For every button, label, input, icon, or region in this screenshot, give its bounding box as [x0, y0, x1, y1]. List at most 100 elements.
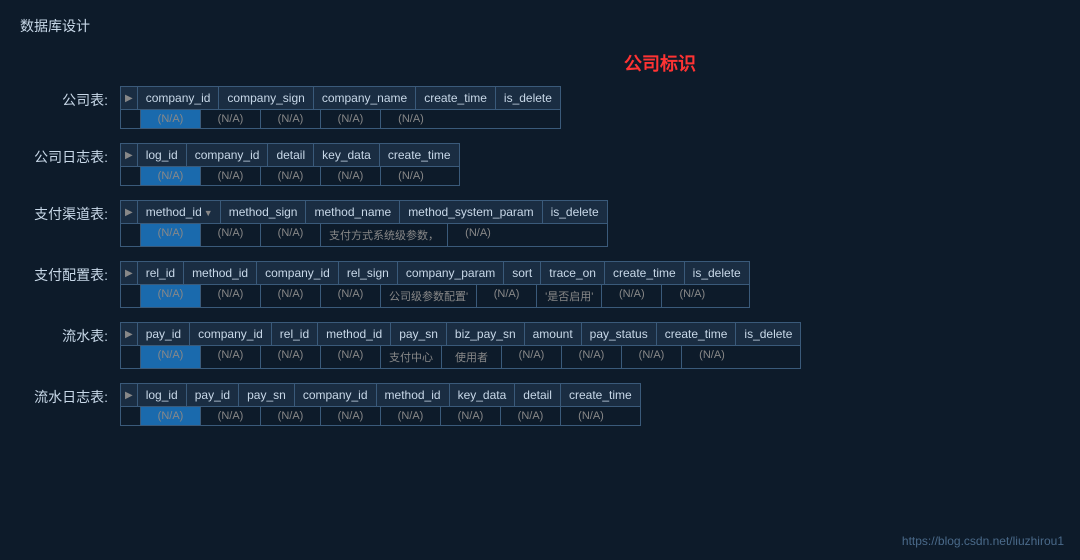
row-spacer: [121, 110, 141, 128]
col-header: create_time: [605, 262, 685, 284]
col-header: key_data: [314, 144, 380, 166]
col-header: trace_on: [541, 262, 605, 284]
row-spacer: [121, 407, 141, 425]
col-cell: (N/A): [321, 407, 381, 425]
col-cell: (N/A): [201, 167, 261, 185]
col-header: is_delete: [496, 87, 560, 109]
col-cell: (N/A): [201, 285, 261, 307]
col-cell: (N/A): [321, 346, 381, 368]
section-label: 流水表:: [20, 322, 120, 346]
col-header: company_id: [295, 384, 377, 406]
col-cell: (N/A): [261, 224, 321, 246]
col-header: company_id: [257, 262, 339, 284]
col-cell: (N/A): [141, 224, 201, 246]
db-table: ▶log_idpay_idpay_sncompany_idmethod_idke…: [120, 383, 641, 426]
col-cell: (N/A): [141, 346, 201, 368]
col-header: company_id: [187, 144, 269, 166]
table-section: 支付渠道表:▶method_id▼method_signmethod_namem…: [20, 200, 1060, 247]
col-header: detail: [268, 144, 314, 166]
col-header: log_id: [138, 384, 187, 406]
section-label: 公司表:: [20, 86, 120, 110]
db-table: ▶company_idcompany_signcompany_namecreat…: [120, 86, 561, 129]
page-title: 数据库设计: [20, 16, 1060, 36]
expand-arrow[interactable]: ▶: [121, 201, 138, 223]
col-header: amount: [525, 323, 582, 345]
section-label: 公司日志表:: [20, 143, 120, 167]
col-header: method_id: [184, 262, 257, 284]
table-section: 公司表:▶company_idcompany_signcompany_namec…: [20, 86, 1060, 129]
col-cell: '是否启用': [537, 285, 602, 307]
col-header: method_id: [318, 323, 391, 345]
col-cell: (N/A): [201, 110, 261, 128]
col-cell: (N/A): [441, 407, 501, 425]
section-label: 支付配置表:: [20, 261, 120, 285]
col-cell: (N/A): [448, 224, 508, 246]
col-cell: (N/A): [261, 110, 321, 128]
col-cell: (N/A): [201, 224, 261, 246]
col-header: log_id: [138, 144, 187, 166]
row-spacer: [121, 167, 141, 185]
col-cell: (N/A): [141, 167, 201, 185]
expand-arrow[interactable]: ▶: [121, 323, 138, 345]
col-cell: (N/A): [201, 407, 261, 425]
col-header: company_sign: [219, 87, 313, 109]
watermark: https://blog.csdn.net/liuzhirou1: [902, 534, 1064, 548]
col-header: pay_sn: [391, 323, 447, 345]
expand-arrow[interactable]: ▶: [121, 144, 138, 166]
section-label: 支付渠道表:: [20, 200, 120, 224]
col-cell: 支付中心: [381, 346, 442, 368]
col-header: create_time: [380, 144, 459, 166]
col-cell: 公司级参数配置': [381, 285, 477, 307]
col-header: company_id: [138, 87, 220, 109]
db-table: ▶pay_idcompany_idrel_idmethod_idpay_snbi…: [120, 322, 801, 369]
col-cell: (N/A): [682, 346, 742, 368]
table-section: 流水日志表:▶log_idpay_idpay_sncompany_idmetho…: [20, 383, 1060, 426]
table-section: 流水表:▶pay_idcompany_idrel_idmethod_idpay_…: [20, 322, 1060, 369]
col-cell: 支付方式系统级参数，: [321, 224, 448, 246]
col-cell: (N/A): [321, 285, 381, 307]
col-cell: (N/A): [261, 346, 321, 368]
col-cell: (N/A): [141, 110, 201, 128]
col-header: pay_id: [138, 323, 190, 345]
col-cell: (N/A): [381, 110, 441, 128]
col-header: method_name: [306, 201, 400, 223]
col-header: key_data: [450, 384, 516, 406]
section-label: 流水日志表:: [20, 383, 120, 407]
col-header: sort: [504, 262, 541, 284]
col-cell: (N/A): [662, 285, 722, 307]
col-cell: (N/A): [321, 110, 381, 128]
col-cell: (N/A): [201, 346, 261, 368]
db-table: ▶rel_idmethod_idcompany_idrel_signcompan…: [120, 261, 750, 308]
col-header: pay_id: [187, 384, 239, 406]
col-cell: (N/A): [381, 167, 441, 185]
col-header: company_id: [190, 323, 272, 345]
col-cell: (N/A): [321, 167, 381, 185]
row-spacer: [121, 224, 141, 246]
col-header: create_time: [416, 87, 496, 109]
expand-arrow[interactable]: ▶: [121, 384, 138, 406]
table-section: 支付配置表:▶rel_idmethod_idcompany_idrel_sign…: [20, 261, 1060, 308]
col-header: detail: [515, 384, 561, 406]
col-header: is_delete: [685, 262, 749, 284]
col-header: rel_id: [138, 262, 184, 284]
col-cell: (N/A): [477, 285, 537, 307]
col-header: company_name: [314, 87, 416, 109]
table-section: 公司日志表:▶log_idcompany_iddetailkey_datacre…: [20, 143, 1060, 186]
col-header: method_system_param: [400, 201, 542, 223]
col-header: method_sign: [221, 201, 307, 223]
col-header: company_param: [398, 262, 504, 284]
row-spacer: [121, 346, 141, 368]
col-cell: (N/A): [622, 346, 682, 368]
col-cell: (N/A): [561, 407, 621, 425]
col-header: rel_id: [272, 323, 318, 345]
expand-arrow[interactable]: ▶: [121, 262, 138, 284]
col-cell: (N/A): [381, 407, 441, 425]
expand-arrow[interactable]: ▶: [121, 87, 138, 109]
row-spacer: [121, 285, 141, 307]
db-table: ▶log_idcompany_iddetailkey_datacreate_ti…: [120, 143, 460, 186]
col-header: rel_sign: [339, 262, 398, 284]
col-header: method_id: [377, 384, 450, 406]
col-header: create_time: [561, 384, 640, 406]
col-header: is_delete: [543, 201, 607, 223]
col-header: pay_sn: [239, 384, 295, 406]
